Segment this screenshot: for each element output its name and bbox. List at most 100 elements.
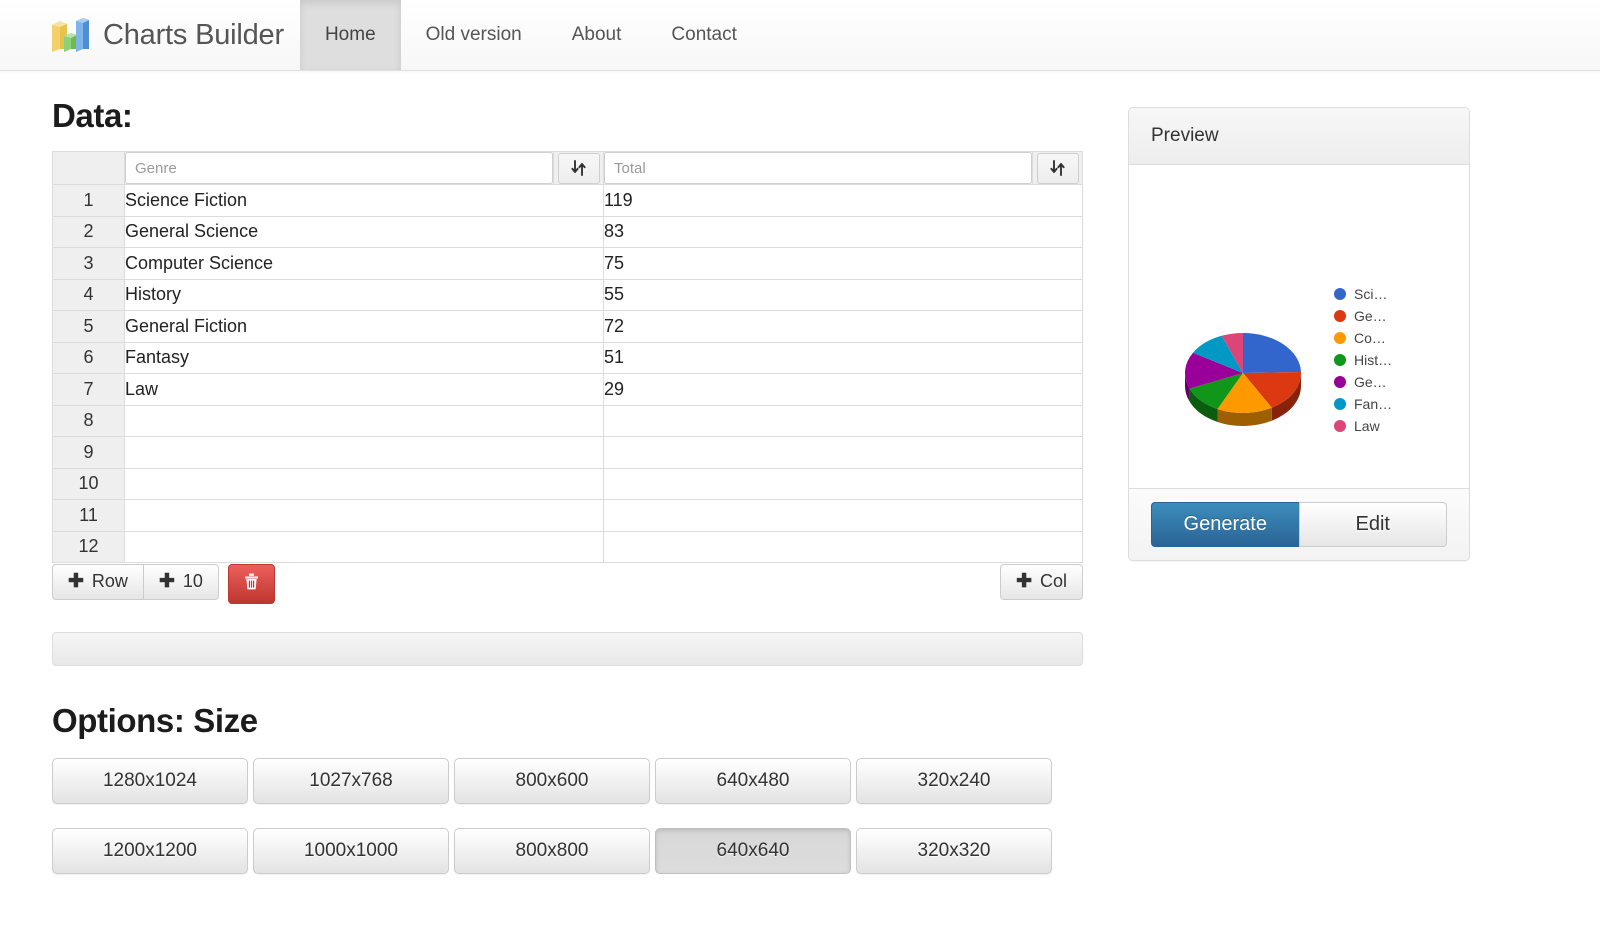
cell-genre[interactable]: General Fiction — [125, 311, 604, 343]
edit-button[interactable]: Edit — [1299, 502, 1448, 547]
preview-panel-body: Sci… Ge… Co… Hist… — [1129, 165, 1469, 488]
cell-genre[interactable] — [125, 500, 604, 532]
size-option-1200x1200[interactable]: 1200x1200 — [52, 828, 248, 874]
plus-icon: ✚ — [68, 572, 84, 591]
row-index: 12 — [53, 531, 125, 563]
cell-genre[interactable] — [125, 437, 604, 469]
size-options-row-1: 1280x1024 1027x768 800x600 640x480 320x2… — [52, 758, 1090, 804]
legend-color-dot — [1334, 288, 1346, 300]
row-index: 9 — [53, 437, 125, 469]
add-row-button[interactable]: ✚ Row — [52, 564, 144, 600]
column-header-genre-input[interactable] — [125, 152, 553, 184]
cell-total[interactable]: 55 — [604, 279, 1083, 311]
size-option-320x320[interactable]: 320x320 — [856, 828, 1052, 874]
cell-total[interactable] — [604, 405, 1083, 437]
cell-total[interactable]: 51 — [604, 342, 1083, 374]
size-option-800x800[interactable]: 800x800 — [454, 828, 650, 874]
left-column: Data: — [0, 71, 1090, 898]
table-row[interactable]: 1 Science Fiction 119 — [53, 185, 1083, 217]
legend-item[interactable]: Sci… — [1334, 283, 1392, 305]
table-row[interactable]: 4 History 55 — [53, 279, 1083, 311]
cell-total[interactable]: 75 — [604, 248, 1083, 280]
add-ten-rows-button[interactable]: ✚ 10 — [143, 564, 219, 600]
cell-total[interactable] — [604, 468, 1083, 500]
add-ten-rows-label: 10 — [183, 572, 203, 592]
options-section-title: Options: Size — [52, 702, 1090, 740]
legend-item[interactable]: Ge… — [1334, 371, 1392, 393]
collapsed-panel-bar[interactable] — [52, 632, 1083, 666]
cell-total[interactable]: 83 — [604, 216, 1083, 248]
nav-item-contact[interactable]: Contact — [646, 0, 761, 70]
size-option-800x600[interactable]: 800x600 — [454, 758, 650, 804]
legend-label: Sci… — [1354, 286, 1387, 302]
nav-item-home[interactable]: Home — [300, 0, 401, 70]
row-index: 5 — [53, 311, 125, 343]
table-row[interactable]: 2 General Science 83 — [53, 216, 1083, 248]
table-row[interactable]: 11 — [53, 500, 1083, 532]
plus-icon: ✚ — [1016, 572, 1032, 591]
bar-chart-logo-icon — [48, 16, 90, 54]
table-row[interactable]: 7 Law 29 — [53, 374, 1083, 406]
cell-total[interactable]: 119 — [604, 185, 1083, 217]
table-row[interactable]: 10 — [53, 468, 1083, 500]
cell-genre[interactable] — [125, 405, 604, 437]
cell-genre[interactable] — [125, 468, 604, 500]
table-row[interactable]: 3 Computer Science 75 — [53, 248, 1083, 280]
legend-color-dot — [1334, 332, 1346, 344]
size-option-640x640[interactable]: 640x640 — [655, 828, 851, 874]
cell-genre[interactable] — [125, 531, 604, 563]
legend-label: Fan… — [1354, 396, 1392, 412]
data-section-title: Data: — [52, 97, 1090, 135]
sort-updown-icon-total[interactable] — [1037, 153, 1079, 184]
size-option-640x480[interactable]: 640x480 — [655, 758, 851, 804]
legend-item[interactable]: Fan… — [1334, 393, 1392, 415]
table-row[interactable]: 8 — [53, 405, 1083, 437]
add-column-label: Col — [1040, 572, 1067, 592]
cell-total[interactable] — [604, 531, 1083, 563]
cell-genre[interactable]: Fantasy — [125, 342, 604, 374]
data-table-wrapper: 1 Science Fiction 119 2 General Science … — [52, 151, 1083, 563]
brand-logo-link[interactable]: Charts Builder — [0, 0, 300, 70]
pie-chart-svg — [1181, 315, 1326, 440]
top-navbar: Charts Builder Home Old version About Co… — [0, 0, 1600, 71]
cell-total[interactable] — [604, 437, 1083, 469]
size-option-1280x1024[interactable]: 1280x1024 — [52, 758, 248, 804]
preview-panel-footer: Generate Edit — [1129, 488, 1469, 560]
cell-total[interactable] — [604, 500, 1083, 532]
cell-genre[interactable]: Computer Science — [125, 248, 604, 280]
table-row[interactable]: 9 — [53, 437, 1083, 469]
add-column-button[interactable]: ✚ Col — [1000, 564, 1083, 600]
pie-chart[interactable]: Sci… Ge… Co… Hist… — [1129, 165, 1469, 488]
size-option-1027x768[interactable]: 1027x768 — [253, 758, 449, 804]
table-row[interactable]: 5 General Fiction 72 — [53, 311, 1083, 343]
table-row[interactable]: 6 Fantasy 51 — [53, 342, 1083, 374]
row-index: 1 — [53, 185, 125, 217]
legend-item[interactable]: Ge… — [1334, 305, 1392, 327]
size-option-1000x1000[interactable]: 1000x1000 — [253, 828, 449, 874]
cell-total[interactable]: 29 — [604, 374, 1083, 406]
cell-genre[interactable]: Law — [125, 374, 604, 406]
cell-genre[interactable]: History — [125, 279, 604, 311]
legend-color-dot — [1334, 398, 1346, 410]
legend-item[interactable]: Law — [1334, 415, 1392, 437]
legend-label: Ge… — [1354, 374, 1387, 390]
legend-label: Ge… — [1354, 308, 1387, 324]
legend-item[interactable]: Hist… — [1334, 349, 1392, 371]
nav-item-about[interactable]: About — [547, 0, 647, 70]
size-option-320x240[interactable]: 320x240 — [856, 758, 1052, 804]
cell-genre[interactable]: Science Fiction — [125, 185, 604, 217]
table-row[interactable]: 12 — [53, 531, 1083, 563]
sort-updown-icon-genre[interactable] — [558, 153, 600, 184]
nav-item-old-version[interactable]: Old version — [401, 0, 547, 70]
legend-item[interactable]: Co… — [1334, 327, 1392, 349]
sort-total-cell — [1033, 152, 1083, 185]
brand-title: Charts Builder — [103, 19, 284, 52]
generate-button[interactable]: Generate — [1151, 502, 1300, 547]
column-header-total-input[interactable] — [604, 152, 1032, 184]
trash-icon — [243, 572, 260, 596]
sort-genre-cell — [554, 152, 604, 185]
legend-label: Law — [1354, 418, 1380, 434]
delete-rows-button[interactable] — [228, 564, 275, 604]
cell-total[interactable]: 72 — [604, 311, 1083, 343]
cell-genre[interactable]: General Science — [125, 216, 604, 248]
